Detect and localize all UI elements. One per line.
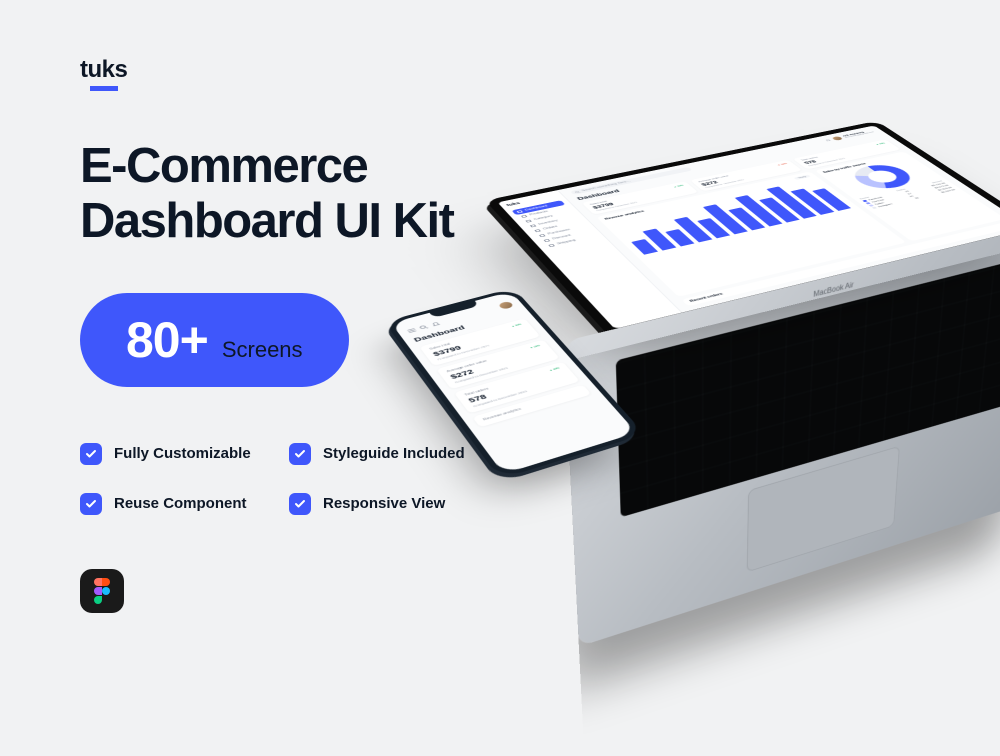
check-icon — [289, 443, 311, 465]
feature-text: Responsive View — [323, 495, 445, 512]
feature-list: Fully Customizable Styleguide Included R… — [80, 443, 480, 515]
sidebar-label: Shipping — [556, 239, 577, 245]
headline: E-Commerce Dashboard UI Kit — [80, 139, 510, 249]
recent-orders-title: Recent orders — [689, 292, 724, 303]
feature-text: Reuse Component — [114, 495, 247, 512]
sidebar-icon — [539, 234, 546, 237]
brand-accent-bar — [90, 86, 118, 91]
screens-count-number: 80+ — [126, 315, 208, 365]
feature-text: Fully Customizable — [114, 445, 251, 462]
legend-orders: 25 — [914, 197, 920, 199]
screens-count-label: Screens — [222, 337, 303, 363]
sidebar-icon — [525, 219, 531, 222]
avatar — [831, 136, 843, 141]
laptop-mockup: tuks DashboardProductsCategoryInventoryO… — [485, 121, 1000, 337]
check-icon — [289, 493, 311, 515]
sidebar-icon — [521, 215, 527, 218]
sidebar-icon — [548, 244, 555, 247]
brand-name: tuks — [80, 58, 127, 82]
check-icon — [80, 493, 102, 515]
figma-icon — [80, 569, 124, 613]
sidebar-icon — [530, 224, 536, 227]
feature-text: Styleguide Included — [323, 445, 465, 462]
sidebar-icon — [534, 229, 541, 232]
feature-item: Fully Customizable — [80, 443, 271, 465]
bell-icon — [824, 139, 831, 142]
feature-item: Responsive View — [289, 493, 480, 515]
screens-count-pill: 80+ Screens — [80, 293, 349, 387]
feature-item: Styleguide Included — [289, 443, 480, 465]
search-icon — [574, 191, 580, 194]
brand-logo: tuks — [80, 58, 127, 91]
legend-swatch — [871, 207, 876, 209]
sidebar-icon — [543, 239, 550, 242]
feature-item: Reuse Component — [80, 493, 271, 515]
sidebar-icon — [516, 210, 522, 213]
check-icon — [80, 443, 102, 465]
